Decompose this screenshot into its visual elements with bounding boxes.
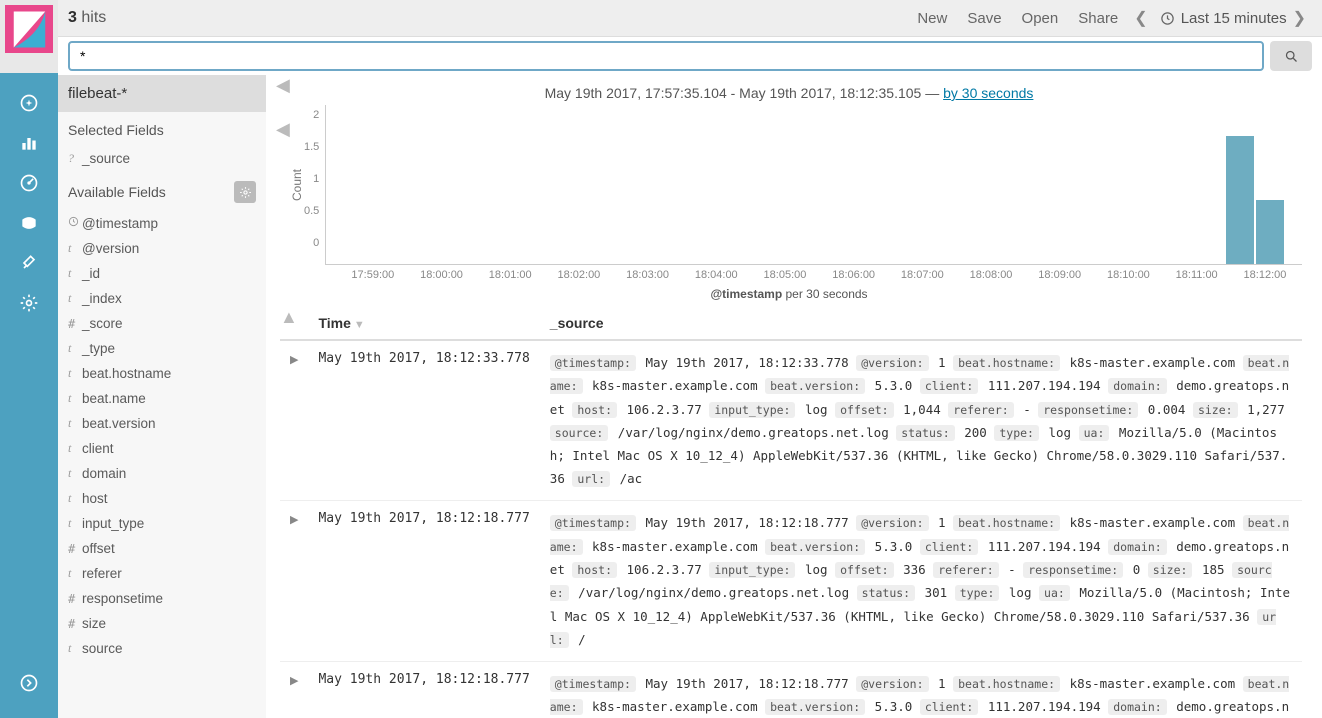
nav-management[interactable]: [0, 283, 58, 323]
available-fields-title: Available Fields: [58, 171, 266, 211]
nav-devtools[interactable]: [0, 243, 58, 283]
hit-count: 3 hits: [68, 9, 106, 27]
column-header-source[interactable]: _source: [540, 307, 1302, 340]
field-item[interactable]: tsource: [58, 636, 266, 661]
histogram-plot[interactable]: [325, 105, 1302, 265]
new-link[interactable]: New: [917, 10, 947, 27]
save-link[interactable]: Save: [967, 10, 1001, 27]
x-axis-label: @timestamp per 30 seconds: [276, 281, 1302, 307]
selected-fields-title: Selected Fields: [58, 112, 266, 146]
row-source: @timestamp: May 19th 2017, 18:12:33.778 …: [540, 340, 1302, 501]
date-range-label: May 19th 2017, 17:57:35.104 - May 19th 2…: [276, 81, 1302, 105]
side-navigation: [0, 0, 58, 718]
collapse-fields-icon[interactable]: ◀: [276, 75, 290, 96]
field-item[interactable]: tdomain: [58, 461, 266, 486]
field-item[interactable]: #_score: [58, 311, 266, 336]
table-row: ▶May 19th 2017, 18:12:33.778@timestamp: …: [280, 340, 1302, 501]
documents-table: Time▼ _source ▶May 19th 2017, 18:12:33.7…: [280, 307, 1302, 718]
nav-timelion[interactable]: [0, 203, 58, 243]
row-source: @timestamp: May 19th 2017, 18:12:18.777 …: [540, 501, 1302, 662]
kibana-logo[interactable]: [5, 5, 53, 53]
field-item[interactable]: t_id: [58, 261, 266, 286]
topbar: 3 hits New Save Open Share ❮ Last 15 min…: [58, 0, 1322, 37]
field-item[interactable]: tclient: [58, 436, 266, 461]
index-pattern-selector[interactable]: filebeat-*: [58, 75, 266, 112]
time-prev-icon[interactable]: ❮: [1134, 8, 1147, 28]
field-item[interactable]: tinput_type: [58, 511, 266, 536]
field-item[interactable]: t_index: [58, 286, 266, 311]
field-item[interactable]: t_type: [58, 336, 266, 361]
field-item[interactable]: thost: [58, 486, 266, 511]
field-item[interactable]: tbeat.name: [58, 386, 266, 411]
field-item[interactable]: treferer: [58, 561, 266, 586]
table-row: ▶May 19th 2017, 18:12:18.777@timestamp: …: [280, 501, 1302, 662]
search-input[interactable]: [68, 41, 1264, 71]
field-item[interactable]: tbeat.version: [58, 411, 266, 436]
nav-dashboard[interactable]: [0, 163, 58, 203]
row-time: May 19th 2017, 18:12:18.777: [308, 662, 539, 718]
histogram-bar[interactable]: [1226, 136, 1254, 264]
expand-row-icon[interactable]: ▶: [280, 501, 308, 662]
nav-visualize[interactable]: [0, 123, 58, 163]
field-item[interactable]: tbeat.hostname: [58, 361, 266, 386]
fields-settings-button[interactable]: [234, 181, 256, 203]
row-time: May 19th 2017, 18:12:33.778: [308, 340, 539, 501]
fields-panel: filebeat-* Selected Fields ?_source Avai…: [58, 75, 266, 718]
share-link[interactable]: Share: [1078, 10, 1118, 27]
field-item[interactable]: #responsetime: [58, 586, 266, 611]
x-axis-ticks: 17:59:0018:00:0018:01:0018:02:0018:03:00…: [276, 269, 1302, 281]
field-item[interactable]: ?_source: [58, 146, 266, 171]
row-time: May 19th 2017, 18:12:18.777: [308, 501, 539, 662]
nav-collapse[interactable]: [0, 663, 58, 703]
field-item[interactable]: @timestamp: [58, 211, 266, 236]
expand-row-icon[interactable]: ▶: [280, 340, 308, 501]
open-link[interactable]: Open: [1022, 10, 1059, 27]
nav-discover[interactable]: [0, 83, 58, 123]
search-button[interactable]: [1270, 41, 1312, 71]
expand-table-icon[interactable]: ▲: [280, 307, 298, 328]
field-item[interactable]: #size: [58, 611, 266, 636]
expand-row-icon[interactable]: ▶: [280, 662, 308, 718]
time-picker[interactable]: Last 15 minutes: [1154, 10, 1287, 27]
interval-link[interactable]: by 30 seconds: [943, 85, 1033, 101]
time-next-icon[interactable]: ❯: [1293, 8, 1306, 28]
column-header-time[interactable]: Time▼: [308, 307, 539, 340]
table-row: ▶May 19th 2017, 18:12:18.777@timestamp: …: [280, 662, 1302, 718]
field-item[interactable]: t@version: [58, 236, 266, 261]
row-source: @timestamp: May 19th 2017, 18:12:18.777 …: [540, 662, 1302, 718]
y-axis-label: Count: [290, 105, 304, 265]
histogram-bar[interactable]: [1256, 200, 1284, 264]
field-item[interactable]: #offset: [58, 536, 266, 561]
